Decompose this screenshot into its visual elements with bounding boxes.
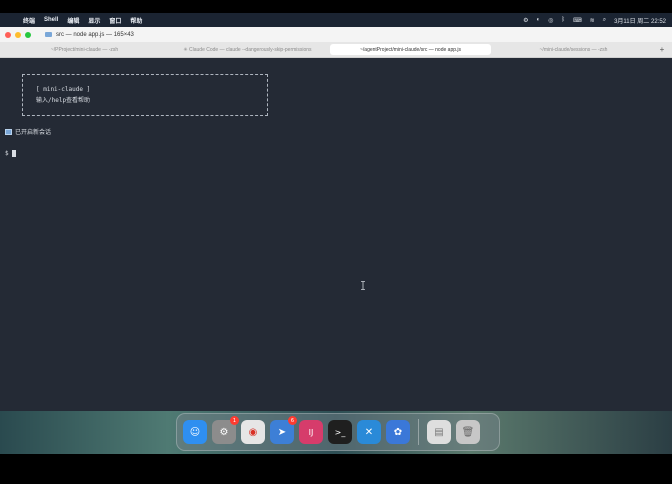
notification-badge: 6 xyxy=(288,416,297,425)
document-icon[interactable]: ▤ xyxy=(427,420,451,444)
banner-title: [ mini-claude ] xyxy=(36,86,91,93)
tab-sessions-zsh[interactable]: ~/mini-claude/sessions — -zsh xyxy=(493,44,654,55)
terminal-window: src — node app.js — 165×43 ~/PProject/mi… xyxy=(0,27,672,411)
menu-view[interactable]: 显示 xyxy=(88,16,100,25)
session-status: 已开启新会话 xyxy=(5,127,51,136)
dock: ☺ ⚙ 1 ◉ ➤ 6 IJ >_ ✕ ✿ ▤ 🗑 xyxy=(176,413,500,451)
menu-app-name[interactable]: 终端 xyxy=(23,16,35,25)
top-letterbox xyxy=(0,0,672,13)
chrome-app-icon[interactable]: ◉ xyxy=(241,420,265,444)
menu-edit[interactable]: 编辑 xyxy=(67,16,79,25)
dock-separator xyxy=(418,419,419,445)
bottom-letterbox xyxy=(0,454,672,484)
text-cursor xyxy=(11,150,16,157)
notification-badge: 1 xyxy=(230,416,239,425)
bluetooth-icon[interactable]: ᛒ xyxy=(561,17,565,23)
menu-bar: 终端 Shell 编辑 显示 窗口 帮助 ⚙ ◐ ◎ ᛒ ⌨ ≋ ⌕ 3月11日… xyxy=(0,13,672,27)
finder-app-icon[interactable]: ☺ xyxy=(183,420,207,444)
navigator-app-icon[interactable]: ➤ 6 xyxy=(270,416,297,444)
menu-window[interactable]: 窗口 xyxy=(109,16,121,25)
window-title: src — node app.js — 165×43 xyxy=(56,31,134,38)
banner-help-hint: 输入/help查看帮助 xyxy=(36,97,91,104)
terminal-output[interactable]: [ mini-claude ] 输入/help查看帮助 已开启新会话 $ xyxy=(0,58,672,411)
zoom-button[interactable] xyxy=(25,31,31,38)
blue-app-icon[interactable]: ✿ xyxy=(386,420,410,444)
prompt-line[interactable]: $ xyxy=(5,150,16,157)
gear-icon[interactable]: ⚙ xyxy=(523,17,528,24)
monitor-icon xyxy=(5,128,12,135)
vscode-app-icon[interactable]: ✕ xyxy=(357,420,381,444)
tab-bar: ~/PProject/mini-claude — -zsh ✳ Claude C… xyxy=(0,42,672,58)
new-tab-button[interactable]: + xyxy=(656,45,668,54)
close-button[interactable] xyxy=(5,31,11,38)
minimize-button[interactable] xyxy=(15,31,21,38)
status-icon[interactable]: ◐ xyxy=(537,17,541,23)
tab-node-app[interactable]: ~/agentProject/mini-claude/src — node ap… xyxy=(330,44,491,55)
prompt-symbol: $ xyxy=(5,150,9,157)
title-bar: src — node app.js — 165×43 xyxy=(0,27,672,42)
wifi-icon[interactable]: ≋ xyxy=(590,17,595,24)
tab-claude-code[interactable]: ✳ Claude Code — claude --dangerously-ski… xyxy=(167,44,328,55)
terminal-app-icon[interactable]: >_ xyxy=(328,420,352,444)
control-icon[interactable]: ◎ xyxy=(548,17,553,24)
tab-mini-claude-zsh[interactable]: ~/PProject/mini-claude — -zsh xyxy=(4,44,165,55)
search-icon[interactable]: ⌕ xyxy=(603,17,606,24)
intellij-app-icon[interactable]: IJ xyxy=(299,420,323,444)
session-text: 已开启新会话 xyxy=(15,129,52,136)
ibeam-cursor-icon xyxy=(361,281,365,290)
trash-icon[interactable]: 🗑 xyxy=(456,420,480,444)
datetime[interactable]: 3月11日 周二 22:52 xyxy=(614,16,666,25)
folder-icon xyxy=(45,32,52,37)
system-settings-app-icon[interactable]: ⚙ 1 xyxy=(212,416,239,444)
keyboard-icon[interactable]: ⌨ xyxy=(573,17,582,24)
menu-help[interactable]: 帮助 xyxy=(130,16,142,25)
menu-shell[interactable]: Shell xyxy=(44,17,58,23)
